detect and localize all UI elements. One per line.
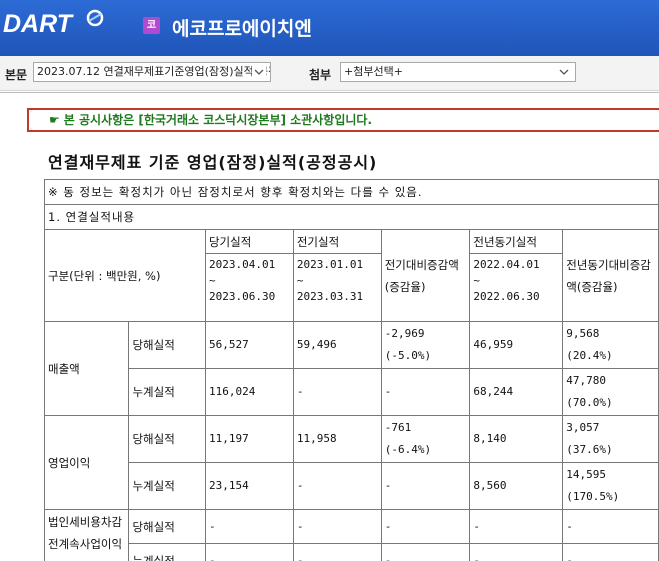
sales-q-yoy: 9,568 (20.4%) [562,321,659,369]
row-type: 당해실적 [128,509,206,544]
document-select-value: 2023.07.12 연결재무제표기준영업(잠정)실적(공정공시) [37,65,270,78]
chevron-down-icon [252,64,266,80]
document-viewer[interactable]: ☛ 본 공시사항은 [한국거래소 코스닥시장본부] 소관사항입니다. 연결재무제표… [0,92,659,561]
header-current-period: 당기실적 2023.04.01 ~ 2023.06.30 [204,229,294,322]
pt-q-qoq: - [380,509,471,544]
document-select[interactable]: 2023.07.12 연결재무제표기준영업(잠정)실적(공정공시) [33,62,271,82]
disclaimer-row: ※ 동 정보는 확정치가 아닌 잠정치로서 향후 확정치와는 다를 수 있음. [44,179,659,205]
company-name: 에코프로에이치엔 [172,18,312,40]
pt-q-yoy-base: - [469,509,564,544]
pt-c-current: - [204,543,294,561]
current-end: 2023.06.30 [208,290,276,303]
op-c-current: 23,154 [204,462,294,510]
body-label: 본문 [5,68,28,82]
op-q-qoq: -761 (-6.4%) [380,415,471,463]
document-toolbar: 본문 2023.07.12 연결재무제표기준영업(잠정)실적(공정공시) 첨부 … [0,56,659,91]
document-title: 연결재무제표 기준 영업(잠정)실적(공정공시) [48,153,378,172]
header-qoq: 전기대비증감액(증감율) [380,229,471,322]
chevron-down-icon [559,69,569,75]
sales-q-current: 56,527 [204,321,294,369]
op-q-current: 11,197 [204,415,294,463]
rate: (-5.0%) [384,349,432,362]
row-type: 누계실적 [128,368,206,416]
value: -761 [384,421,412,434]
previous-tilde: ~ [296,274,304,287]
row-type: 누계실적 [128,462,206,510]
dart-logo-swoosh-icon [86,9,104,27]
pt-q-previous: - [292,509,382,544]
pointing-hand-icon: ☛ [49,113,60,127]
op-q-yoy-base: 8,140 [469,415,564,463]
row-group-pretax-income: 법인세비용차감전계속사업이익 [43,509,130,561]
value: 9,568 [566,327,600,340]
row-type: 당해실적 [128,415,206,463]
dart-logo[interactable]: DART [3,10,72,39]
header-yoy: 전년동기대비증감액(증감율) [562,229,659,322]
rate: (20.4%) [566,349,613,362]
op-q-previous: 11,958 [292,415,382,463]
op-c-qoq: - [380,462,471,510]
sales-c-current: 116,024 [204,368,294,416]
header-current: 당기실적 [208,235,252,249]
header-previous: 전기실적 [296,235,340,249]
row-type: 당해실적 [128,321,206,369]
current-start: 2023.04.01 [208,258,276,271]
row-group-operating-profit: 영업이익 [43,415,130,510]
pt-q-current: - [204,509,294,544]
pt-c-qoq: - [380,543,471,561]
current-tilde: ~ [208,274,216,287]
attachment-select[interactable]: +첨부선택+ [340,62,576,82]
op-c-yoy-base: 8,560 [469,462,564,510]
op-c-yoy: 14,595 (170.5%) [562,462,659,510]
sales-c-previous: - [292,368,382,416]
dart-header: DART 코 에코프로에이치엔 [0,0,659,56]
value: 14,595 [566,468,606,481]
header-yoy-base: 전년동기실적 [473,235,537,249]
sales-q-qoq: -2,969 (-5.0%) [380,321,471,369]
pt-q-yoy: - [562,509,659,544]
pt-c-yoy: - [562,543,659,561]
kosdaq-market-badge: 코 [143,17,160,34]
header-yoy-period: 전년동기실적 2022.04.01 ~ 2022.06.30 [469,229,564,322]
previous-end: 2023.03.31 [296,290,364,303]
section-heading: 1. 연결실적내용 [44,204,659,230]
jurisdiction-notice: ☛ 본 공시사항은 [한국거래소 코스닥시장본부] 소관사항입니다. [27,108,659,132]
header-category: 구분(단위 : 백만원, %) [44,229,206,322]
row-type: 누계실적 [128,543,206,561]
sales-c-qoq: - [380,368,471,416]
rate: (170.5%) [566,490,620,503]
sales-c-yoy-base: 68,244 [469,368,564,416]
attachment-select-value: +첨부선택+ [344,65,403,78]
sales-q-yoy-base: 46,959 [469,321,564,369]
previous-start: 2023.01.01 [296,258,364,271]
op-q-yoy: 3,057 (37.6%) [562,415,659,463]
sales-q-previous: 59,496 [292,321,382,369]
rate: (70.0%) [566,396,613,409]
value: 47,780 [566,374,606,387]
yoy-tilde: ~ [473,274,481,287]
op-c-previous: - [292,462,382,510]
rate: (-6.4%) [384,443,432,456]
sales-c-yoy: 47,780 (70.0%) [562,368,659,416]
pt-c-yoy-base: - [469,543,564,561]
rate: (37.6%) [566,443,613,456]
notice-text: 본 공시사항은 [한국거래소 코스닥시장본부] 소관사항입니다. [63,113,373,127]
value: 3,057 [566,421,600,434]
header-previous-period: 전기실적 2023.01.01 ~ 2023.03.31 [292,229,382,322]
attachment-label: 첨부 [309,68,332,82]
row-group-sales: 매출액 [43,321,130,416]
pt-c-previous: - [292,543,382,561]
value: -2,969 [384,327,425,340]
yoy-end: 2022.06.30 [473,290,540,303]
earnings-table: ※ 동 정보는 확정치가 아닌 잠정치로서 향후 확정치와는 다를 수 있음. … [43,179,659,561]
yoy-start: 2022.04.01 [473,258,540,271]
